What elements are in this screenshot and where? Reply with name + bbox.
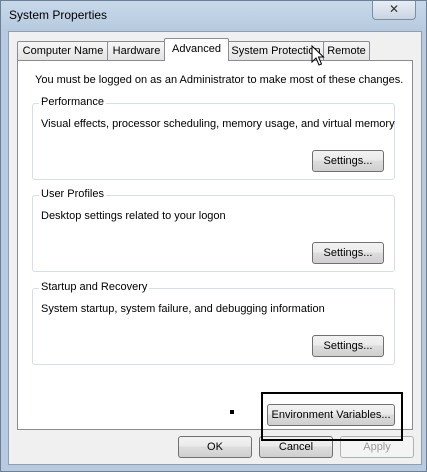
tab-label: Remote — [327, 45, 366, 57]
advanced-tab-panel: You must be logged on as an Administrato… — [17, 60, 413, 441]
performance-description: Visual effects, processor scheduling, me… — [41, 118, 395, 130]
marker-dot — [230, 410, 234, 414]
ok-button[interactable]: OK — [178, 436, 252, 458]
tab-label: System Protection — [231, 45, 321, 57]
dialog-client-area: Computer Name Hardware Advanced System P… — [8, 31, 422, 465]
startup-recovery-description: System startup, system failure, and debu… — [41, 303, 325, 315]
tab-remote[interactable]: Remote — [323, 41, 370, 60]
tab-computer-name[interactable]: Computer Name — [17, 41, 109, 60]
environment-variables-button[interactable]: Environment Variables... — [267, 404, 395, 426]
close-icon: ✕ — [388, 2, 400, 16]
tab-hardware[interactable]: Hardware — [107, 41, 166, 60]
user-profiles-description: Desktop settings related to your logon — [41, 210, 226, 222]
startup-recovery-title: Startup and Recovery — [39, 281, 150, 293]
performance-settings-button[interactable]: Settings... — [312, 150, 384, 172]
tab-label: Hardware — [112, 45, 161, 57]
mouse-cursor-icon — [311, 45, 325, 66]
user-profiles-settings-button[interactable]: Settings... — [312, 242, 384, 264]
startup-recovery-settings-button[interactable]: Settings... — [312, 335, 384, 357]
tab-label: Advanced — [172, 43, 221, 55]
user-profiles-title: User Profiles — [39, 188, 106, 200]
admin-notice: You must be logged on as an Administrato… — [35, 74, 404, 86]
tab-advanced[interactable]: Advanced — [164, 38, 229, 61]
performance-group: Performance Visual effects, processor sc… — [32, 96, 395, 180]
system-properties-window: System Properties ✕ Computer Name Hardwa… — [0, 0, 427, 472]
tab-label: Computer Name — [22, 45, 104, 57]
performance-title: Performance — [39, 96, 106, 108]
close-button[interactable]: ✕ — [372, 1, 416, 20]
startup-recovery-group: Startup and Recovery System startup, sys… — [32, 281, 395, 365]
window-title: System Properties — [9, 8, 108, 22]
user-profiles-group: User Profiles Desktop settings related t… — [32, 188, 395, 272]
